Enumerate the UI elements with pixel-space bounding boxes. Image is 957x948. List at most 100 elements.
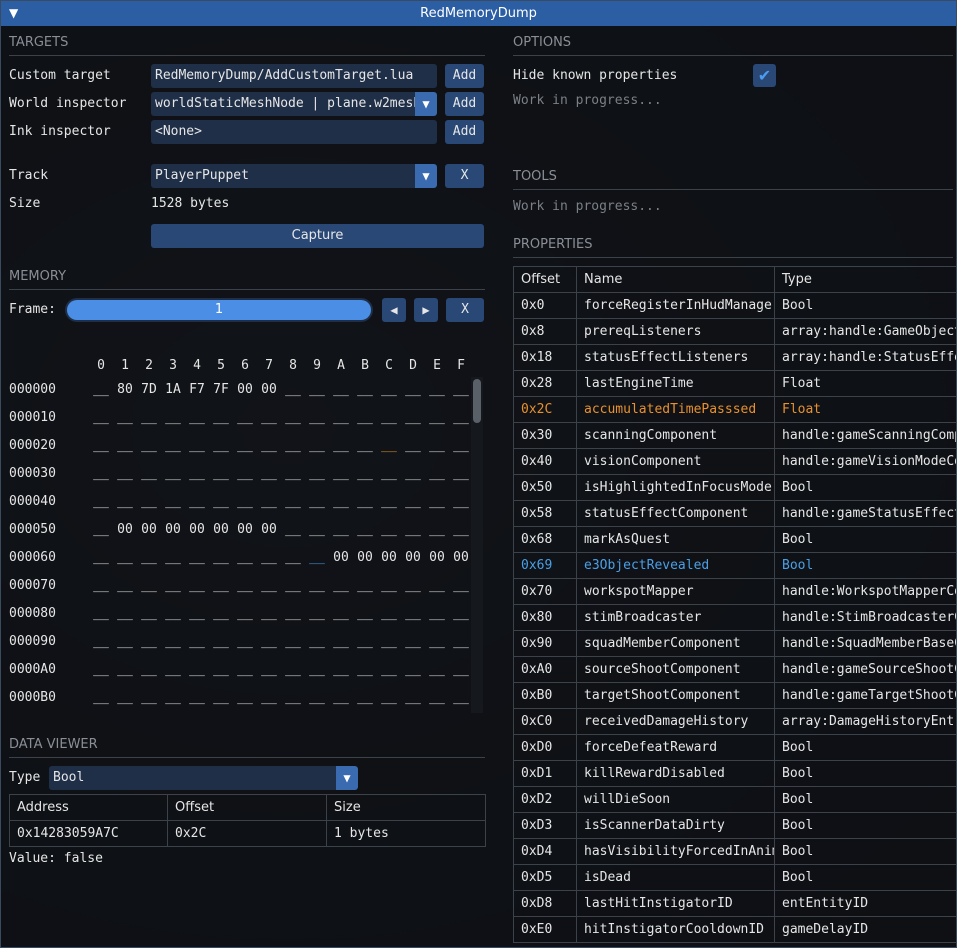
add-custom-target-button[interactable]: Add (445, 64, 484, 88)
hex-byte[interactable]: __ (259, 438, 279, 453)
hex-byte[interactable]: __ (451, 606, 471, 621)
table-row[interactable]: 0x68 markAsQuest Bool (513, 526, 956, 553)
hex-byte[interactable]: __ (91, 662, 111, 677)
hex-byte[interactable]: __ (259, 690, 279, 705)
hex-byte[interactable]: __ (235, 410, 255, 425)
hex-byte[interactable]: __ (211, 578, 231, 593)
track-combo[interactable]: PlayerPuppet ▼ (151, 164, 437, 188)
capture-button[interactable]: Capture (151, 224, 484, 248)
hex-byte[interactable]: __ (235, 606, 255, 621)
hex-byte[interactable]: 00 (259, 522, 279, 537)
hex-byte[interactable]: __ (115, 690, 135, 705)
table-row[interactable]: 0x0 forceRegisterInHudManager Bool (513, 292, 956, 319)
hex-byte[interactable]: __ (115, 494, 135, 509)
hex-byte[interactable]: __ (139, 410, 159, 425)
hex-byte[interactable]: __ (427, 634, 447, 649)
hex-byte[interactable]: __ (379, 634, 399, 649)
hex-byte[interactable]: __ (379, 410, 399, 425)
hex-byte[interactable]: __ (307, 634, 327, 649)
hex-byte[interactable]: 00 (139, 522, 159, 537)
hex-byte[interactable]: 80 (115, 382, 135, 397)
table-row[interactable]: 0x70 workspotMapper handle:WorkspotMapperC… (513, 578, 956, 605)
hex-byte[interactable]: __ (211, 550, 231, 565)
hex-byte[interactable]: __ (259, 410, 279, 425)
hex-byte[interactable]: __ (427, 466, 447, 481)
hex-byte[interactable]: __ (91, 410, 111, 425)
hex-byte[interactable]: __ (355, 522, 375, 537)
hex-byte[interactable]: __ (283, 550, 303, 565)
hex-byte[interactable]: __ (427, 494, 447, 509)
hex-byte[interactable]: __ (355, 634, 375, 649)
hex-byte[interactable]: __ (403, 522, 423, 537)
hex-byte[interactable]: __ (427, 690, 447, 705)
table-row[interactable]: 0xA0 sourceShootComponent handle:gameSourc… (513, 656, 956, 683)
hex-byte[interactable]: __ (451, 466, 471, 481)
hex-byte[interactable]: __ (331, 382, 351, 397)
hex-byte[interactable]: __ (451, 382, 471, 397)
hex-byte[interactable]: __ (403, 410, 423, 425)
table-row[interactable]: 0xD3 isScannerDataDirty Bool (513, 812, 956, 839)
table-row[interactable]: 0x90 squadMemberComponent handle:SquadMemb… (513, 630, 956, 657)
hex-byte[interactable]: __ (283, 690, 303, 705)
hex-byte[interactable]: __ (187, 662, 207, 677)
hex-byte[interactable]: 00 (331, 550, 351, 565)
hex-byte[interactable]: __ (115, 606, 135, 621)
hex-byte[interactable]: __ (283, 606, 303, 621)
hex-byte[interactable]: __ (91, 550, 111, 565)
hex-byte[interactable]: __ (355, 578, 375, 593)
hex-byte[interactable]: __ (427, 662, 447, 677)
hex-byte[interactable]: __ (427, 578, 447, 593)
hex-byte[interactable]: __ (211, 606, 231, 621)
table-row[interactable]: 0x30 scanningComponent handle:gameScanning… (513, 422, 956, 449)
hex-byte[interactable]: __ (283, 522, 303, 537)
hex-byte[interactable]: __ (187, 550, 207, 565)
hex-byte[interactable]: __ (307, 550, 327, 565)
hex-byte[interactable]: __ (451, 634, 471, 649)
hex-byte[interactable]: __ (211, 662, 231, 677)
hex-byte[interactable]: __ (355, 382, 375, 397)
hex-byte[interactable]: __ (403, 438, 423, 453)
hex-byte[interactable]: __ (379, 662, 399, 677)
hex-byte[interactable]: __ (283, 382, 303, 397)
table-row[interactable]: 0xD4hasVisibilityForcedInAnimSystemBool (513, 838, 956, 865)
hex-byte[interactable]: __ (307, 438, 327, 453)
hex-byte[interactable]: __ (331, 634, 351, 649)
hex-byte[interactable]: __ (115, 550, 135, 565)
frame-slider[interactable]: 1 (65, 298, 373, 322)
hex-byte[interactable]: __ (91, 578, 111, 593)
hex-byte[interactable]: __ (91, 466, 111, 481)
hex-byte[interactable]: __ (379, 606, 399, 621)
table-row[interactable]: 0x50 isHighlightedInFocusMode Bool (513, 474, 956, 501)
hex-byte[interactable]: __ (211, 466, 231, 481)
table-row[interactable]: 0xD5 isDead Bool (513, 864, 956, 891)
hex-byte[interactable]: 00 (403, 550, 423, 565)
hex-byte[interactable]: __ (403, 494, 423, 509)
hex-byte[interactable]: __ (259, 494, 279, 509)
hex-byte[interactable]: 00 (235, 522, 255, 537)
table-row[interactable]: 0x18 statusEffectListeners array:handle:St… (513, 344, 956, 371)
table-row[interactable]: 0xD2 willDieSoon Bool (513, 786, 956, 813)
hex-byte[interactable]: __ (379, 382, 399, 397)
hex-byte[interactable]: __ (259, 466, 279, 481)
hex-byte[interactable]: __ (139, 578, 159, 593)
hex-byte[interactable]: __ (91, 522, 111, 537)
hex-byte[interactable]: __ (427, 410, 447, 425)
hex-byte[interactable]: __ (187, 606, 207, 621)
table-row[interactable]: 0xE0 hitInstigatorCooldownID gameDelayID (513, 916, 956, 943)
hex-byte[interactable]: __ (139, 606, 159, 621)
hex-byte[interactable]: 00 (427, 550, 447, 565)
table-row[interactable]: 0x28 lastEngineTime Float (513, 370, 956, 397)
hex-byte[interactable]: __ (403, 634, 423, 649)
hex-byte[interactable]: 00 (163, 522, 183, 537)
hex-byte[interactable]: __ (115, 438, 135, 453)
hex-byte[interactable]: __ (235, 494, 255, 509)
hex-byte[interactable]: 00 (115, 522, 135, 537)
hex-byte[interactable]: __ (139, 494, 159, 509)
hex-byte[interactable]: __ (211, 438, 231, 453)
table-row[interactable]: 0x2C accumulatedTimePasssed Float (513, 396, 956, 423)
collapse-arrow-icon[interactable]: ▼ (9, 1, 18, 26)
hex-byte[interactable]: 00 (187, 522, 207, 537)
hex-byte[interactable]: 00 (235, 382, 255, 397)
table-row[interactable]: 0x58 statusEffectComponent handle:gameStat… (513, 500, 956, 527)
hex-scrollbar-thumb[interactable] (473, 379, 481, 423)
